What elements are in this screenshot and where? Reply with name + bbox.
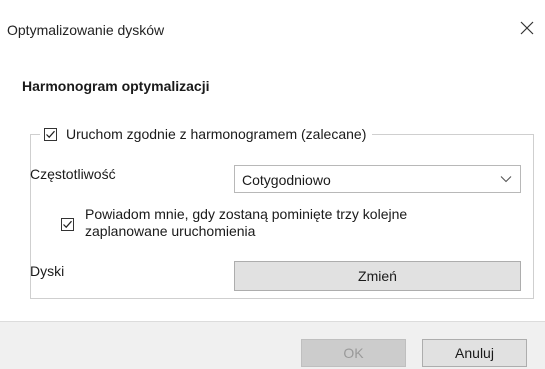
window-title: Optymalizowanie dysków (7, 22, 165, 38)
run-on-schedule-label: Uruchom zgodnie z harmonogramem (zalecan… (66, 126, 367, 142)
notify-check-box[interactable] (61, 218, 74, 231)
notify-missed-runs-label: Powiadom mnie, gdy zostaną pominięte trz… (85, 206, 408, 239)
close-button[interactable] (515, 16, 539, 40)
checkmark-icon (63, 220, 72, 229)
optimize-drives-dialog: Optymalizowanie dysków Harmonogram optym… (0, 0, 545, 369)
chevron-down-icon (500, 176, 512, 183)
run-on-schedule-checkbox[interactable]: Uruchom zgodnie z harmonogramem (zalecan… (40, 123, 373, 145)
frequency-label: Częstotliwość (30, 166, 116, 182)
disks-label: Dyski (30, 263, 65, 279)
frequency-selected-value: Cotygodniowo (242, 172, 331, 188)
close-icon (520, 21, 534, 35)
title-bar: Optymalizowanie dysków (0, 0, 545, 60)
ok-button[interactable]: OK (301, 339, 406, 367)
frequency-select[interactable]: Cotygodniowo (234, 165, 521, 193)
checkmark-icon (46, 130, 55, 138)
change-disks-button[interactable]: Zmień (234, 261, 521, 291)
cancel-button[interactable]: Anuluj (422, 339, 527, 367)
run-on-schedule-check-box[interactable] (44, 127, 57, 141)
schedule-heading: Harmonogram optymalizacji (22, 78, 210, 94)
